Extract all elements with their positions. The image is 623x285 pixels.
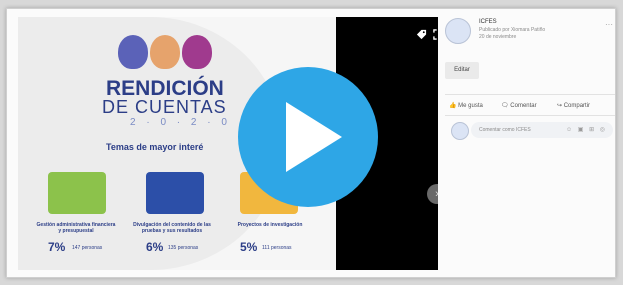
chevron-right-icon[interactable]: › [427,184,438,204]
topic-percent: 5% [240,240,258,254]
search-illustration [146,172,204,214]
comment-button[interactable]: 🗨 Comentar [501,102,537,109]
topic-percent: 6% [146,240,164,254]
topic-percent: 7% [48,240,66,254]
share-button[interactable]: ↪ Compartir [557,102,590,109]
comment-label: Comentar [510,103,537,109]
comment-input[interactable]: Comentar como ICFES ☺ ▣ ⊞ ◎ [471,122,613,138]
play-icon [286,102,342,172]
topic-persons: 135 personas [168,245,199,251]
slide-year: 2 · 0 · 2 · 0 [130,117,231,128]
slide-subtitle: DE CUENTAS [102,97,227,117]
commenter-avatar [451,122,469,140]
page-avatar[interactable] [445,18,471,44]
like-button[interactable]: 👍 Me gusta [449,102,483,109]
topics-heading: Temas de mayor interé [106,142,204,152]
avatar-blob-2 [150,35,180,69]
topic-caption: Gestión administrativa financiera y pres… [36,222,116,234]
topic-caption: Divulgación del contenido de las pruebas… [133,222,211,234]
share-icon: ↪ [557,103,563,109]
like-label: Me gusta [458,103,483,109]
topic-caption: Proyectos de investigación [237,222,303,228]
avatar-blob-1 [118,35,148,69]
comment-tools-icon[interactable]: ☺ ▣ ⊞ ◎ [566,126,607,133]
divider [445,115,615,116]
like-icon: 👍 [449,103,457,109]
tag-icon[interactable] [416,29,427,40]
avatar-blob-3 [182,35,212,69]
post-date[interactable]: 20 de noviembre [479,34,516,40]
share-label: Compartir [563,103,591,109]
topic-card-1: Gestión administrativa financiera y pres… [37,172,115,254]
post-sidebar: ICFES Publicado por Xiomara Patiño 20 de… [445,18,615,268]
finance-illustration [48,172,106,214]
page-name[interactable]: ICFES [479,19,497,25]
divider [445,94,615,95]
expand-icon[interactable] [433,29,438,40]
topic-card-2: Divulgación del contenido de las pruebas… [133,172,211,254]
topic-persons: 147 personas [72,245,103,251]
comment-placeholder: Comentar como ICFES [479,127,531,133]
edit-button[interactable]: Editar [445,62,479,79]
comment-icon: 🗨 [501,103,509,109]
published-by: Publicado por Xiomara Patiño [479,27,546,33]
topic-persons: 111 personas [262,245,292,251]
video-player[interactable]: RENDICIÓN DE CUENTAS 2 · 0 · 2 · 0 Temas… [18,17,438,270]
more-options-icon[interactable]: ··· [605,20,613,29]
